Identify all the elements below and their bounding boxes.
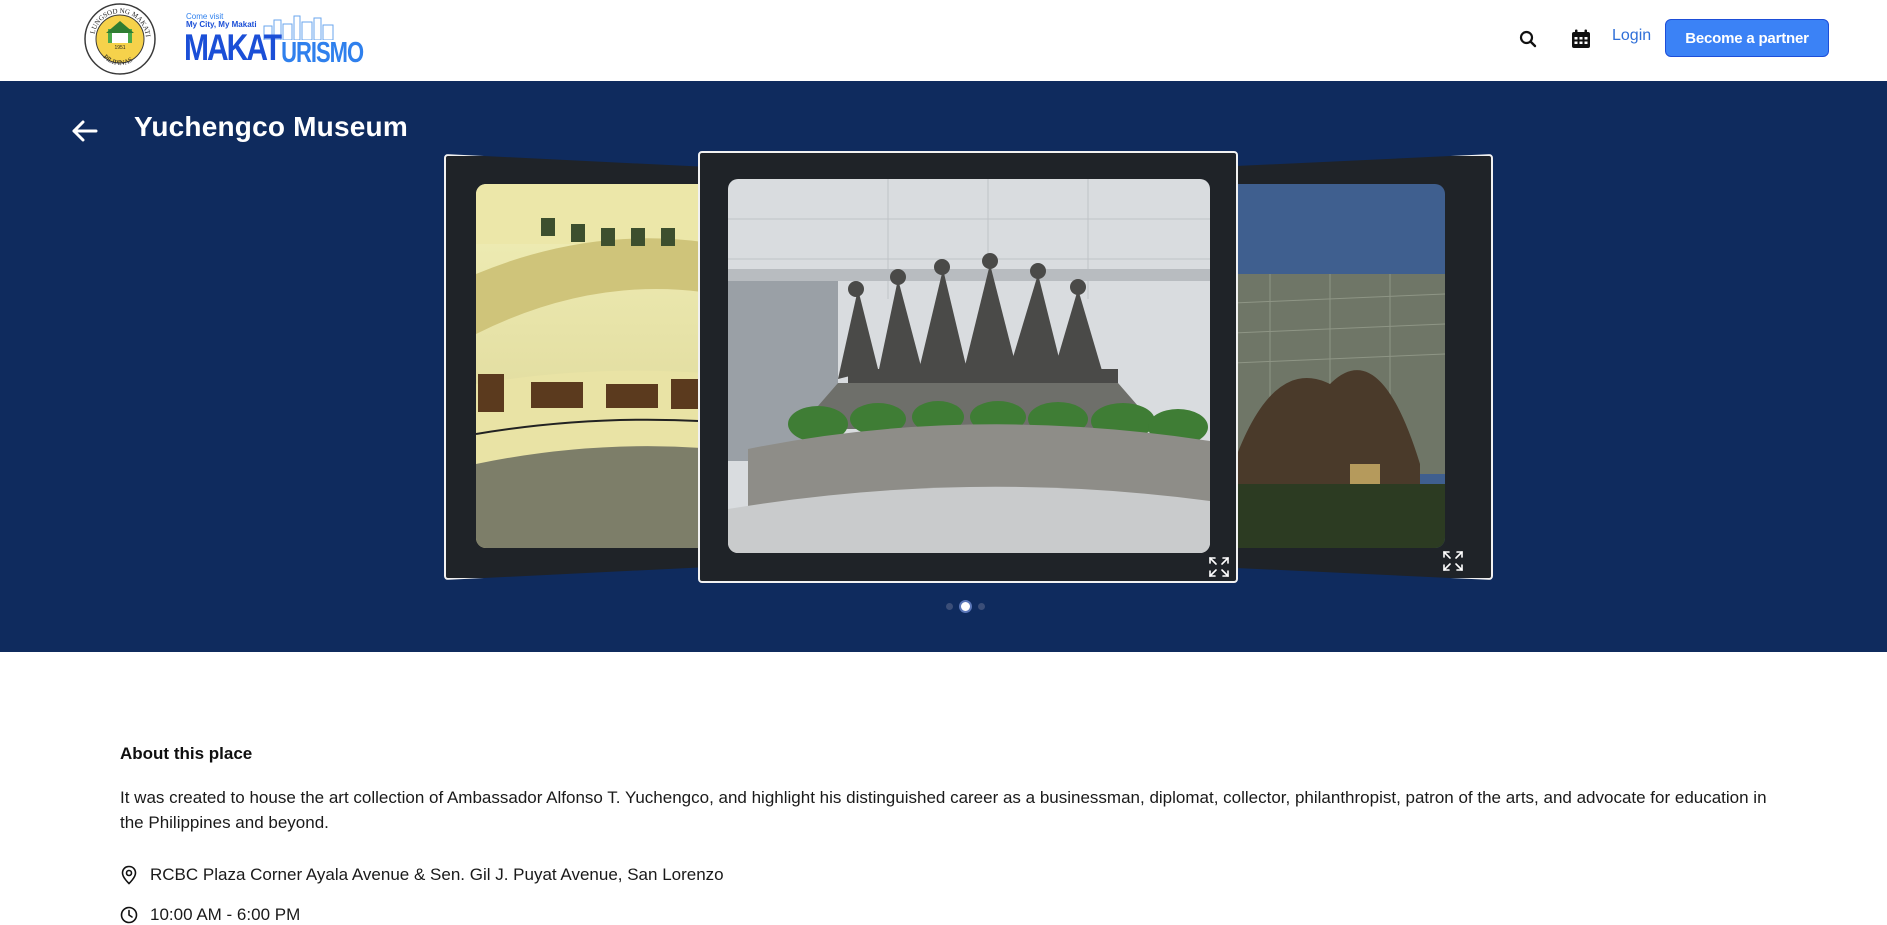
brand-wordmark: MAKAT URISMO	[184, 27, 364, 70]
page-title: Yuchengco Museum	[134, 111, 408, 142]
makati-city-seal-logo[interactable]: LUNGSOD NG MAKATI PILIPINAS 1951	[84, 3, 156, 75]
expand-icon[interactable]	[1208, 556, 1230, 578]
pagination-dot-3[interactable]	[978, 603, 985, 610]
hero-gallery-section: Yuchengco Museum	[0, 81, 1887, 652]
map-pin-icon	[121, 865, 137, 885]
hours-text: 10:00 AM - 6:00 PM	[150, 905, 301, 924]
brand-word-urismo: URISMO	[281, 36, 364, 69]
search-button[interactable]	[1513, 24, 1543, 54]
seal-year: 1951	[114, 45, 125, 51]
about-description: It was created to house the art collecti…	[120, 788, 1767, 832]
makaturismo-logo[interactable]: Come visit My City, My Makati MAKAT URIS…	[184, 10, 364, 69]
gallery-photo-interior	[476, 184, 702, 548]
become-partner-button[interactable]: Become a partner	[1665, 19, 1829, 57]
address-row: RCBC Plaza Corner Ayala Avenue & Sen. Gi…	[120, 865, 724, 885]
clock-icon	[120, 906, 138, 924]
calendar-button[interactable]	[1566, 24, 1596, 54]
brand-word-makat: MAKAT	[184, 27, 282, 69]
pagination-dot-2-active[interactable]	[959, 600, 972, 613]
search-icon	[1519, 30, 1537, 48]
arrow-left-icon[interactable]	[68, 115, 100, 147]
address-text: RCBC Plaza Corner Ayala Avenue & Sen. Gi…	[150, 865, 724, 884]
gallery-photo-exterior	[1222, 184, 1445, 548]
gallery-pagination	[946, 600, 985, 613]
login-link[interactable]: Login	[1612, 27, 1651, 45]
gallery-photo-sculpture	[728, 179, 1210, 553]
gallery-slide-left[interactable]	[444, 154, 704, 580]
pagination-dot-1[interactable]	[946, 603, 953, 610]
hours-row: 10:00 AM - 6:00 PM	[120, 905, 300, 925]
gallery-slide-right[interactable]	[1220, 154, 1493, 580]
calendar-icon	[1572, 29, 1590, 48]
top-navbar: LUNGSOD NG MAKATI PILIPINAS 1951 Come vi…	[0, 0, 1887, 82]
gallery-slide-active[interactable]	[698, 151, 1238, 583]
expand-icon[interactable]	[1442, 550, 1464, 572]
about-heading: About this place	[120, 744, 253, 763]
